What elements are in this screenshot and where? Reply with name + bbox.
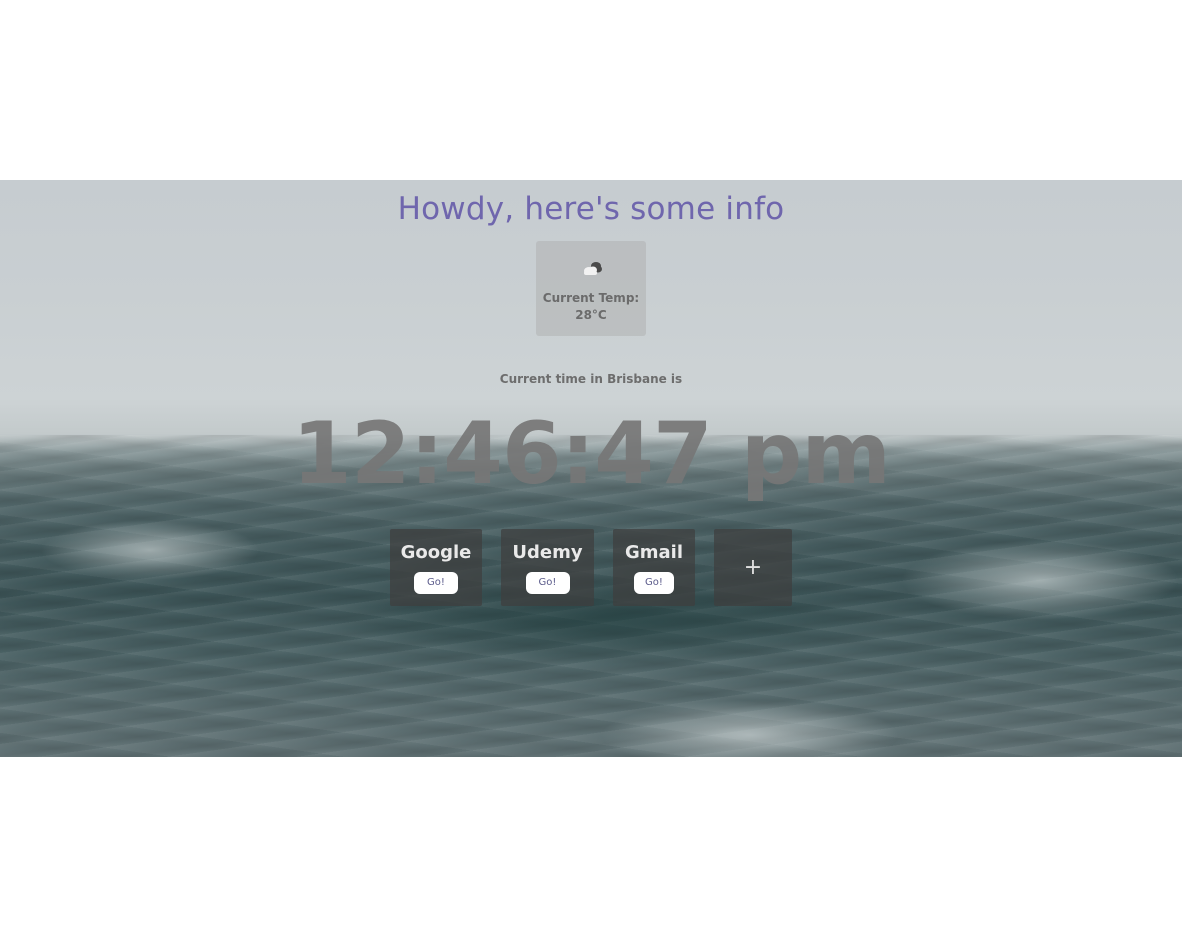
go-button-gmail[interactable]: Go!: [634, 572, 674, 594]
add-shortcut-button[interactable]: +: [714, 529, 792, 606]
cloud-night-icon: [580, 259, 604, 277]
shortcut-row: Google Go! Udemy Go! Gmail Go! +: [0, 529, 1182, 606]
weather-card: Current Temp: 28°C: [536, 241, 646, 336]
wave-foam: [600, 700, 900, 757]
shortcut-card-udemy: Udemy Go!: [501, 529, 594, 606]
shortcut-name: Google: [400, 542, 472, 563]
temperature-value: 28°C: [575, 308, 607, 322]
temperature-label: Current Temp:: [542, 291, 640, 305]
page-title: Howdy, here's some info: [397, 191, 785, 227]
shortcut-card-gmail: Gmail Go!: [613, 529, 695, 606]
shortcut-card-google: Google Go!: [390, 529, 482, 606]
page: Howdy, here's some info Current Temp: 28…: [0, 0, 1182, 937]
plus-icon: +: [743, 555, 763, 580]
go-button-google[interactable]: Go!: [414, 572, 458, 594]
go-button-udemy[interactable]: Go!: [525, 572, 570, 594]
clock-display: 12:46:47 pm: [292, 404, 891, 504]
shortcut-name: Gmail: [624, 542, 684, 563]
time-caption: Current time in Brisbane is: [499, 372, 683, 386]
temperature-text: Current Temp: 28°C: [536, 290, 646, 324]
shortcut-name: Udemy: [512, 542, 583, 563]
